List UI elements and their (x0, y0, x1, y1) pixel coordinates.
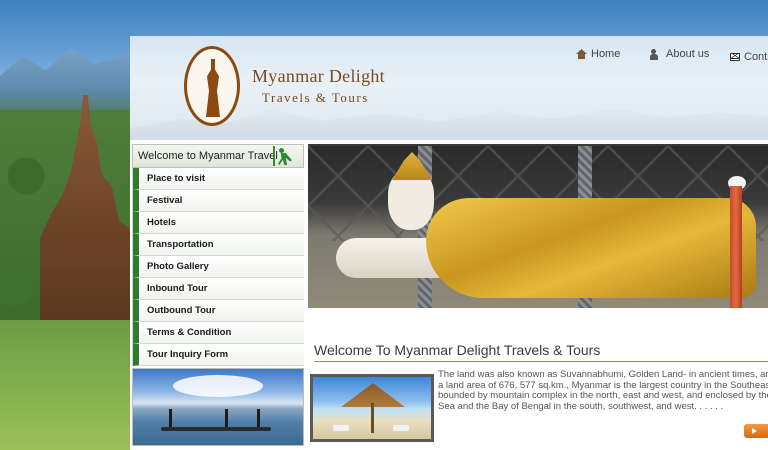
site-header: Myanmar Delight Travels & Tours Home Abo… (130, 36, 768, 140)
background-mountains (0, 48, 130, 120)
sidebar-item-tour-inquiry[interactable]: Tour Inquiry Form (133, 344, 304, 366)
sidebar-welcome-header: Welcome to Myanmar Travel (132, 144, 304, 168)
nav-home-link[interactable]: Home (576, 48, 620, 60)
intro-paragraph: The land was also known as Suvannabhumi,… (438, 370, 768, 412)
sidebar-menu: Place to visit Festival Hotels Transport… (132, 168, 304, 366)
nav-contact-link[interactable]: Conta (730, 51, 768, 63)
brand-tagline: Travels & Tours (262, 90, 369, 105)
beach-umbrella-pole (371, 403, 374, 433)
sidebar-welcome-label: Welcome to Myanmar Travel (138, 150, 278, 162)
nav-about-label: About us (666, 48, 710, 60)
buddha-robe (426, 198, 756, 298)
sidebar-item-inbound-tour[interactable]: Inbound Tour (133, 278, 304, 300)
lake-boat (161, 427, 271, 431)
lake-fisherman (257, 409, 260, 427)
about-icon (650, 48, 662, 60)
sidebar-item-transportation[interactable]: Transportation (133, 234, 304, 256)
mail-icon (730, 53, 740, 61)
sidebar-item-festival[interactable]: Festival (133, 190, 304, 212)
sidebar-item-photo-gallery[interactable]: Photo Gallery (133, 256, 304, 278)
page-container: Myanmar Delight Travels & Tours Home Abo… (130, 36, 768, 450)
nav-home-label: Home (591, 48, 621, 60)
nav-about-link[interactable]: About us (650, 48, 709, 60)
lake-cloud (173, 375, 263, 397)
beach-chair (333, 425, 349, 431)
home-icon (576, 49, 587, 59)
banner-lamp-post (730, 186, 742, 308)
traveler-icon (273, 146, 295, 166)
beach-chair (393, 425, 409, 431)
nav-contact-label: Conta (744, 51, 768, 63)
lake-photo (132, 368, 304, 446)
intro-line: The land was also known as Suvannabhumi,… (438, 370, 768, 380)
sidebar-item-outbound-tour[interactable]: Outbound Tour (133, 300, 304, 322)
sidebar-item-terms[interactable]: Terms & Condition (133, 322, 304, 344)
sidebar-item-hotels[interactable]: Hotels (133, 212, 304, 234)
brand-name: Myanmar Delight (252, 66, 385, 86)
sidebar-item-place-to-visit[interactable]: Place to visit (133, 168, 304, 190)
lake-fisherman (225, 409, 228, 427)
sidebar: Welcome to Myanmar Travel Place to visit… (132, 144, 304, 446)
hero-banner-image (308, 144, 768, 308)
logo-figure-icon (206, 59, 220, 117)
beach-photo (310, 374, 434, 442)
intro-line: Sea and the Bay of Bengal in the south, … (438, 401, 724, 412)
logo-emblem[interactable] (184, 46, 240, 126)
intro-line: bounded by mountain complex in the north… (438, 391, 768, 401)
intro-line: a land area of 676, 577 sq.km., Myanmar … (438, 380, 768, 391)
welcome-title: Welcome To Myanmar Delight Travels & Tou… (314, 342, 768, 362)
background-grass (0, 320, 130, 450)
read-more-button[interactable] (744, 424, 768, 438)
lake-fisherman (169, 409, 172, 427)
